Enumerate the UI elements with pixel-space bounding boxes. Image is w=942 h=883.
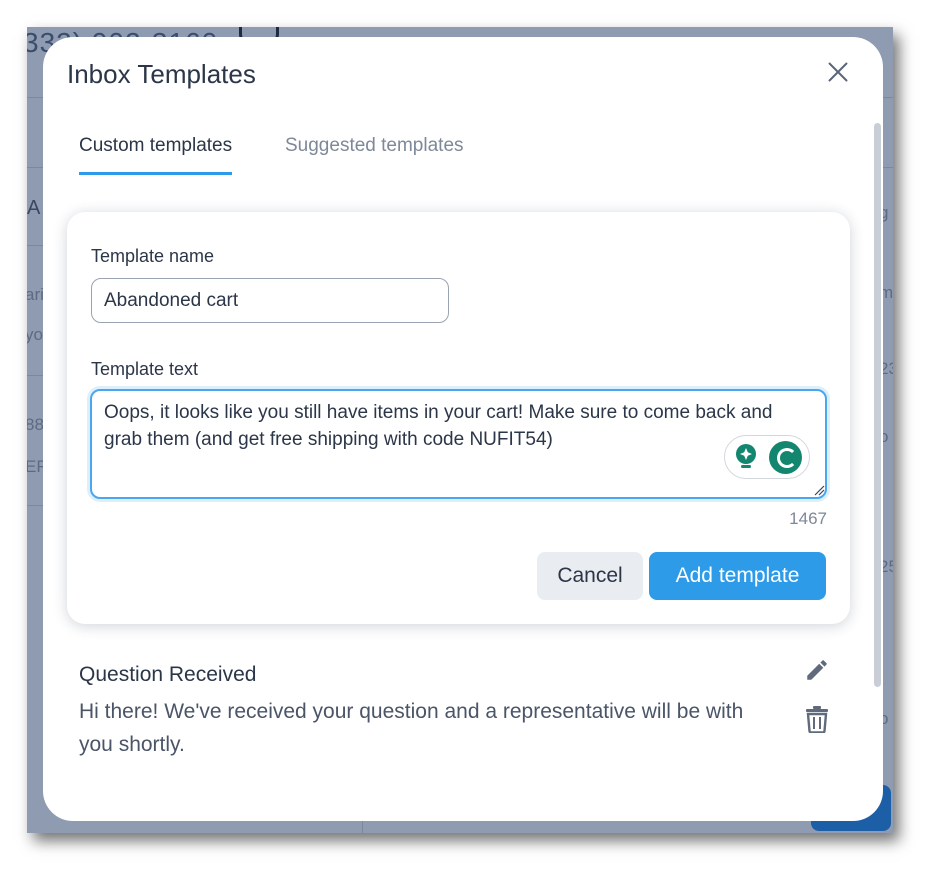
background-text: yo bbox=[27, 325, 43, 344]
template-name-label: Template name bbox=[91, 246, 215, 266]
cancel-button[interactable]: Cancel bbox=[537, 552, 643, 600]
tab-suggested-templates[interactable]: Suggested templates bbox=[285, 135, 464, 157]
background-text: ari bbox=[27, 285, 44, 304]
modal-title: Inbox Templates bbox=[67, 59, 256, 89]
close-icon[interactable] bbox=[823, 57, 853, 87]
new-template-form: Template name Template text Oops, it loo… bbox=[67, 212, 850, 624]
template-title: Question Received bbox=[79, 663, 257, 686]
add-template-button[interactable]: Add template bbox=[649, 552, 826, 600]
scrollbar-thumb[interactable] bbox=[874, 123, 881, 687]
lightbulb-icon[interactable] bbox=[733, 443, 759, 471]
grammarly-icon[interactable] bbox=[769, 441, 802, 474]
template-list-item: Question Received Hi there! We've receiv… bbox=[79, 663, 839, 761]
template-name-input[interactable] bbox=[91, 278, 449, 323]
background-text: 88 bbox=[27, 415, 44, 434]
writing-assistant-widget[interactable] bbox=[724, 435, 810, 479]
trash-icon[interactable] bbox=[805, 705, 829, 733]
template-body: Hi there! We've received your question a… bbox=[79, 700, 744, 756]
background-text: A bbox=[27, 197, 41, 219]
edit-icon[interactable] bbox=[804, 657, 830, 683]
template-text-input[interactable]: Oops, it looks like you still have items… bbox=[90, 389, 827, 499]
inbox-templates-modal: Inbox Templates Custom templates Suggest… bbox=[43, 37, 883, 821]
resize-grip-icon[interactable] bbox=[813, 484, 825, 496]
template-text-label: Template text bbox=[91, 359, 199, 379]
tab-custom-templates[interactable]: Custom templates bbox=[79, 135, 233, 175]
character-count: 1467 bbox=[789, 509, 827, 528]
